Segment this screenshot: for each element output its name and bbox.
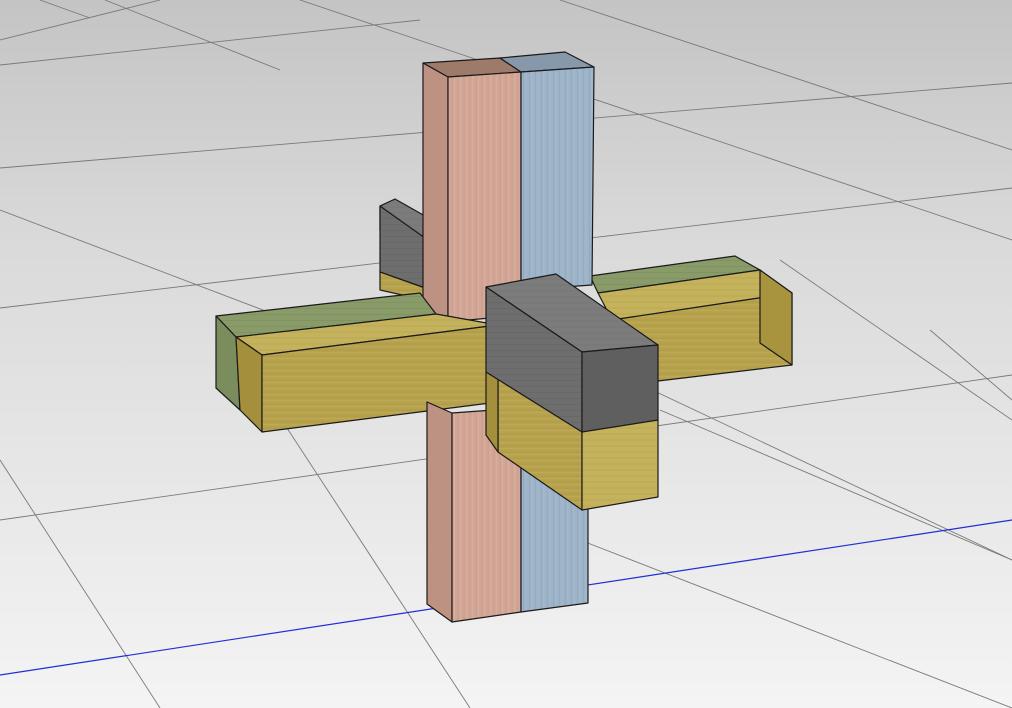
vertical-piece-pink[interactable] [422,57,522,323]
3d-viewport[interactable] [0,0,1012,708]
horizontal-piece-gray-back[interactable] [379,198,426,301]
